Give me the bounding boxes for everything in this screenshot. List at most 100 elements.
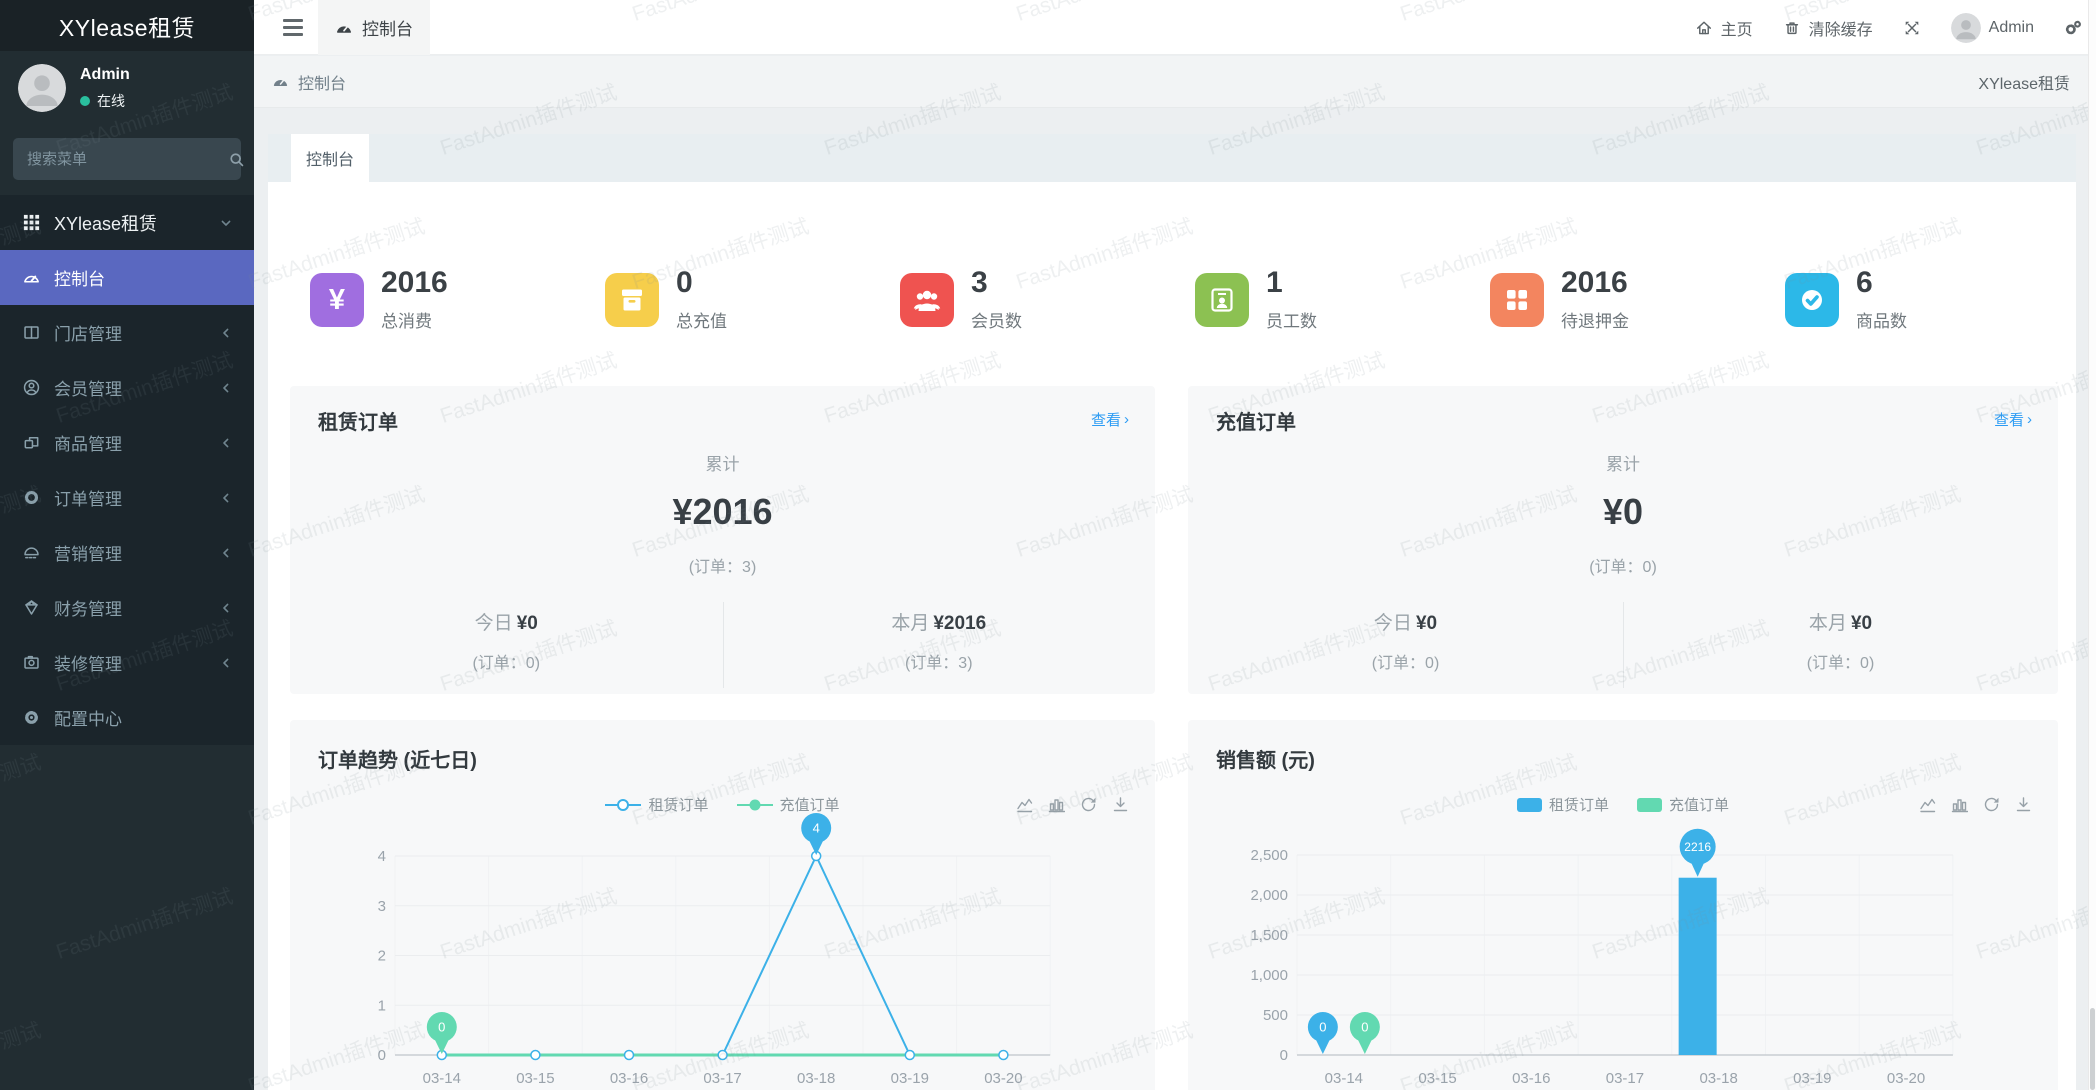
sidebar-item-marketing[interactable]: 营销管理 [0, 525, 254, 580]
app-logo[interactable]: XYlease租赁 [0, 0, 254, 51]
breadcrumb-app-name: XYlease租赁 [1978, 75, 2070, 93]
view-link[interactable]: 查看 › [1994, 409, 2032, 430]
chevron-left-icon [223, 658, 229, 667]
archive-icon [605, 273, 659, 327]
refresh-icon[interactable] [1080, 796, 1097, 813]
breadcrumb: 控制台 XYlease租赁 [254, 56, 2096, 108]
svg-text:0: 0 [1319, 1020, 1326, 1035]
chevron-left-icon [223, 493, 229, 502]
sidebar-item-xylease[interactable]: XYlease租赁 [0, 195, 254, 250]
legend-item-recharge[interactable]: 充值订单 [1637, 794, 1729, 815]
bar-chart-icon[interactable] [1048, 796, 1065, 813]
legend-item-lease[interactable]: 租赁订单 [605, 794, 709, 815]
search-input[interactable] [25, 149, 228, 169]
sidebar-menu: XYlease租赁 控制台 门店管理 会员管理 商品管理 订单管理 营销管理 财… [0, 195, 254, 745]
chart-toolbar [1919, 796, 2032, 813]
store-icon [24, 326, 39, 339]
order-icon [24, 490, 39, 505]
svg-text:03-19: 03-19 [891, 1070, 929, 1087]
stat-value: 2016 [381, 266, 448, 299]
stat-label: 总充值 [676, 312, 727, 331]
user-name: Admin [80, 65, 130, 83]
gears-icon [2065, 20, 2081, 34]
users-icon [900, 273, 954, 327]
topbar-user-name: Admin [1988, 18, 2034, 36]
topbar-tab-dashboard[interactable]: 控制台 [318, 0, 430, 55]
id-card-icon [1195, 273, 1249, 327]
stat-total-consumption: ¥ 2016 总消费 [310, 268, 448, 332]
clear-cache-link[interactable]: 清除缓存 [1783, 16, 1873, 40]
panel-title: 租赁订单 [318, 412, 398, 434]
order-trend-chart-panel: 0 1 2 3 4 03-14 03-15 03-16 03-17 03-18 03-19 03-20… [290, 720, 1155, 1090]
settings-button[interactable] [2064, 19, 2082, 37]
breadcrumb-label: 控制台 [298, 75, 347, 93]
home-icon [1696, 21, 1711, 34]
svg-text:03-20: 03-20 [1887, 1070, 1925, 1087]
sidebar-item-finance[interactable]: 财务管理 [0, 580, 254, 635]
user-menu[interactable]: Admin [1950, 12, 2034, 43]
svg-text:3: 3 [378, 898, 386, 915]
chart-title: 订单趋势 (近七日) [318, 750, 477, 772]
search-icon[interactable] [228, 151, 245, 168]
svg-text:4: 4 [813, 821, 820, 836]
month-cell: 本月 ¥2016 (订单：3) [891, 613, 987, 672]
dashboard-icon [273, 79, 288, 87]
breadcrumb-current[interactable]: 控制台 [272, 70, 346, 94]
line-chart-icon[interactable] [1016, 796, 1033, 813]
refresh-icon[interactable] [1983, 796, 2000, 813]
legend-item-lease[interactable]: 租赁订单 [1516, 794, 1609, 815]
line-chart-icon[interactable] [1919, 796, 1936, 813]
sidebar-item-goods[interactable]: 商品管理 [0, 415, 254, 470]
download-icon[interactable] [2015, 796, 2032, 813]
online-dot [80, 95, 90, 106]
sidebar-item-label: 装修管理 [54, 655, 122, 674]
legend-item-recharge[interactable]: 充值订单 [736, 794, 840, 815]
chevron-left-icon [223, 383, 229, 392]
scrollbar-thumb[interactable] [2090, 1008, 2095, 1090]
user-status-label: 在线 [97, 92, 125, 109]
stat-label: 会员数 [971, 312, 1022, 331]
month-cell: 本月 ¥0 (订单：0) [1806, 613, 1875, 672]
svg-text:1,000: 1,000 [1250, 967, 1288, 984]
svg-text:1: 1 [378, 997, 386, 1014]
download-icon[interactable] [1112, 796, 1129, 813]
view-link[interactable]: 查看 › [1091, 409, 1129, 430]
stat-value: 2016 [1561, 266, 1628, 299]
sidebar-item-member[interactable]: 会员管理 [0, 360, 254, 415]
bar-chart-icon[interactable] [1951, 796, 1968, 813]
stat-value: 6 [1856, 266, 1873, 299]
panel-title: 充值订单 [1216, 412, 1296, 434]
user-status: 在线 [80, 91, 130, 111]
tab-dashboard[interactable]: 控制台 [291, 134, 369, 182]
topbar-tab-label: 控制台 [362, 20, 413, 39]
today-cell: 今日 ¥0 (订单：0) [1371, 613, 1440, 672]
sidebar-toggle-button[interactable] [270, 0, 316, 55]
divider [1623, 602, 1624, 688]
total-label: 累计 [705, 455, 740, 474]
avatar [1950, 12, 1981, 43]
sidebar-item-decorate[interactable]: 装修管理 [0, 635, 254, 690]
sidebar-item-config[interactable]: 配置中心 [0, 690, 254, 745]
stat-value: 0 [676, 266, 693, 299]
svg-text:03-15: 03-15 [1418, 1070, 1456, 1087]
stat-pending-deposit: 2016 待退押金 [1490, 268, 1629, 332]
stat-members: 3 会员数 [900, 268, 1022, 332]
app: XYlease租赁 Admin 在线 XYlease租赁 [0, 0, 2096, 1090]
finance-icon [25, 600, 38, 615]
sidebar-item-store[interactable]: 门店管理 [0, 305, 254, 360]
grid-tiles-icon [1490, 273, 1544, 327]
today-cell: 今日 ¥0 (订单：0) [472, 613, 541, 672]
check-circle-icon [1785, 273, 1839, 327]
home-link[interactable]: 主页 [1695, 16, 1753, 40]
sidebar-item-dashboard[interactable]: 控制台 [0, 250, 254, 305]
chevron-left-icon [223, 548, 229, 557]
svg-text:03-15: 03-15 [516, 1070, 554, 1087]
sidebar-item-order[interactable]: 订单管理 [0, 470, 254, 525]
svg-text:03-18: 03-18 [1699, 1070, 1737, 1087]
vertical-scrollbar[interactable] [2088, 0, 2096, 1090]
fullscreen-button[interactable] [1903, 19, 1921, 37]
svg-text:2,500: 2,500 [1250, 847, 1288, 864]
total-label: 累计 [1606, 455, 1640, 474]
sidebar-item-label: 订单管理 [54, 490, 122, 509]
svg-text:03-18: 03-18 [797, 1070, 835, 1087]
